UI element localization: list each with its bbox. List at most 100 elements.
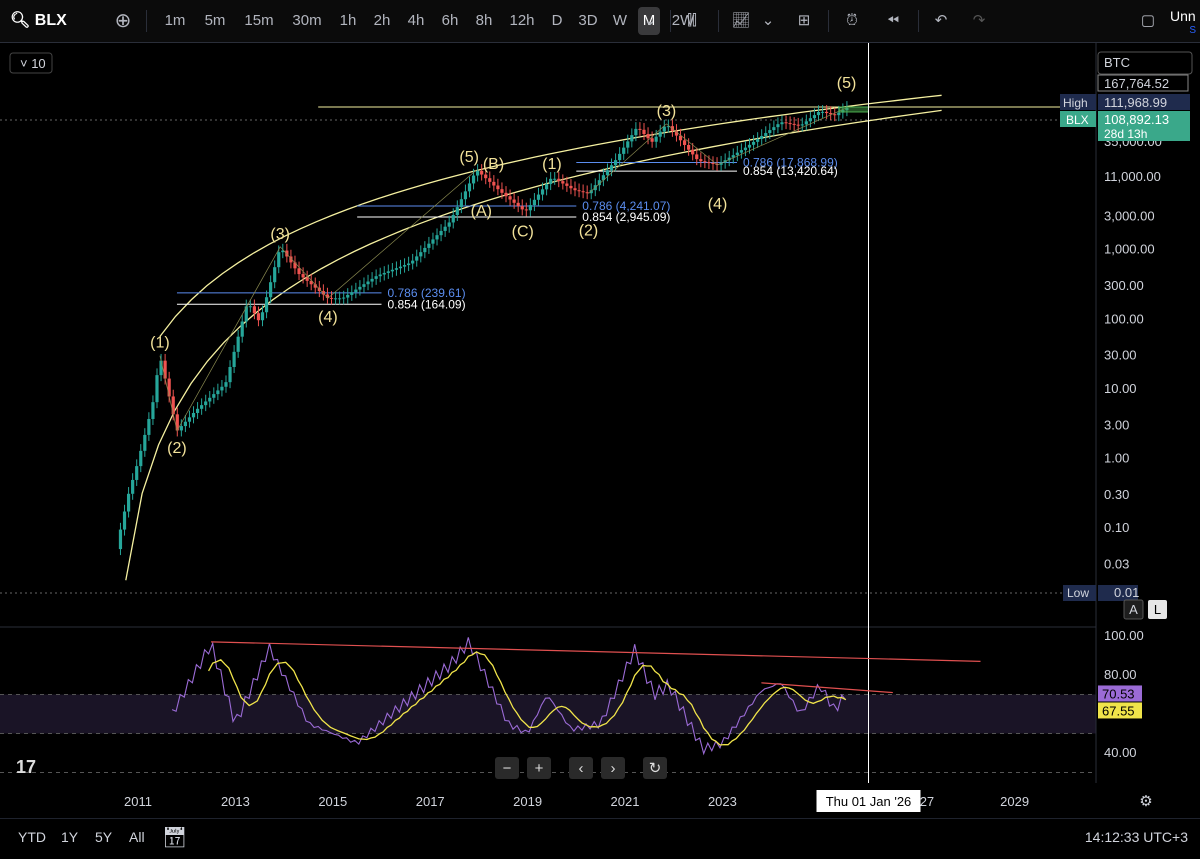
candle-body [402, 265, 407, 267]
wave-label-6: (A) [471, 203, 492, 220]
interval-12h[interactable]: 12h [504, 7, 540, 35]
price-tick-label: 0.10 [1104, 520, 1129, 535]
interval-8h[interactable]: 8h [470, 7, 498, 35]
chevron-down-icon[interactable]: ⌄ [640, 7, 660, 35]
indicators-icon[interactable]: 📈︎ [728, 7, 754, 35]
candle-body [135, 466, 139, 480]
chevron-down-icon[interactable]: ⌄ [758, 7, 778, 35]
layout-name[interactable]: Unn S [1170, 6, 1200, 36]
wave-label-4: (5) [459, 149, 479, 166]
rsi-tick-label: 80.00 [1104, 667, 1137, 682]
low-value: 0.01 [1114, 585, 1139, 600]
tv-logo: 17 [16, 757, 36, 777]
interval-4h[interactable]: 4h [402, 7, 430, 35]
candle-body [305, 277, 309, 281]
price-tick-label: 30.00 [1104, 348, 1137, 363]
chart-canvas[interactable]: 0.786 (239.61)0.854 (164.09)0.786 (4,241… [0, 43, 1200, 818]
candle-body [390, 269, 394, 272]
interval-6h[interactable]: 6h [436, 7, 464, 35]
price-tick-label: 11,000.00 [1104, 169, 1161, 184]
candle-body [512, 199, 516, 203]
candle-body [346, 294, 350, 298]
add-symbol-icon[interactable]: ⊕ [112, 7, 134, 35]
candle-body [362, 284, 366, 287]
time-tick-label: 27 [920, 794, 934, 809]
candle-body [256, 313, 261, 321]
wave-label-3: (4) [318, 309, 338, 326]
interval-3d[interactable]: 3D [574, 7, 602, 35]
candle-body [183, 421, 188, 427]
candle-body [662, 126, 666, 132]
candle-body [378, 274, 382, 277]
interval-1m[interactable]: 1m [158, 7, 192, 35]
layout-square-icon[interactable]: ▢ [1136, 7, 1160, 35]
candle-body [476, 170, 480, 176]
candle-body [768, 130, 772, 134]
price-tick-label: 1,000.00 [1104, 242, 1155, 257]
interval-5m[interactable]: 5m [198, 7, 232, 35]
interval-15m[interactable]: 15m [238, 7, 280, 35]
redo-icon[interactable]: ↷ [966, 7, 992, 35]
candle-body [504, 192, 508, 197]
candle-body [630, 135, 634, 142]
wave-label-9: (2) [579, 223, 599, 240]
wave-label-12: (5) [837, 75, 857, 92]
fib-label-1: 0.854 (164.09) [388, 297, 466, 311]
undo-icon[interactable]: ↶ [928, 7, 954, 35]
interval-d[interactable]: D [546, 7, 568, 35]
range-ytd[interactable]: YTD [18, 829, 46, 845]
candle-body [301, 274, 305, 278]
candle-body [488, 178, 492, 182]
calendar-icon[interactable]: 📅︎ [162, 825, 187, 850]
range-all[interactable]: All [129, 829, 145, 845]
candles-icon[interactable]: ⫿⫿ [680, 7, 704, 35]
symbol-label: BLX [34, 12, 67, 29]
candle-body [398, 266, 403, 269]
candle-body [374, 276, 378, 279]
candle-body [423, 247, 427, 253]
alert-clock-icon[interactable]: ⏰︎ [838, 7, 866, 35]
candle-body [528, 205, 532, 211]
candle-body [240, 321, 244, 337]
replay-icon[interactable]: ⏪︎ [880, 7, 906, 35]
candle-body [711, 163, 715, 165]
candle-body [776, 124, 780, 128]
candle-body [447, 222, 451, 227]
high-value: 111,968.99 [1104, 95, 1167, 110]
range-5y[interactable]: 5Y [95, 829, 112, 845]
layout-grid-icon[interactable]: ⊞ [792, 7, 816, 35]
candle-body [756, 138, 760, 142]
candle-body [228, 366, 232, 383]
candle-body [553, 178, 557, 180]
interval-30m[interactable]: 30m [286, 7, 328, 35]
candle-body [122, 511, 127, 530]
candle-body [618, 153, 622, 161]
candle-body [549, 178, 553, 185]
wave-label-2: (3) [270, 226, 290, 243]
candle-body [516, 202, 520, 207]
symbol-search[interactable]: 🔍︎ BLX [10, 7, 110, 35]
candle-body [764, 133, 768, 136]
candle-body [544, 184, 549, 190]
candle-body [155, 375, 159, 403]
price-tick-label: 300.00 [1104, 278, 1144, 293]
candle-body [386, 271, 390, 273]
candle-body [581, 191, 585, 193]
time-tick-label: 2015 [318, 794, 347, 809]
candle-body [139, 450, 143, 467]
candle-body [329, 297, 334, 299]
settings-icon[interactable]: ⚙ [1139, 793, 1152, 810]
candle-body [342, 297, 346, 299]
interval-w[interactable]: W [608, 7, 632, 35]
candle-body [338, 298, 342, 300]
range-1y[interactable]: 1Y [61, 829, 78, 845]
interval-1h[interactable]: 1h [334, 7, 362, 35]
candle-body [208, 397, 212, 402]
interval-2h[interactable]: 2h [368, 7, 396, 35]
candle-body [204, 401, 208, 406]
candle-body [557, 178, 561, 182]
candle-body [415, 256, 419, 261]
legend-value: ˅ 10 [20, 56, 46, 71]
candle-body [638, 128, 642, 130]
candle-body [333, 298, 338, 300]
